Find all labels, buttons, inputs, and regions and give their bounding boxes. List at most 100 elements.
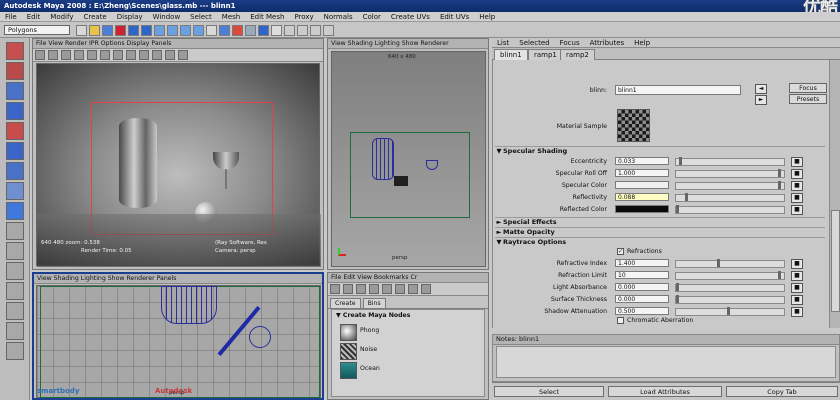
attribute-value-field[interactable] [615, 181, 669, 189]
four-pane-icon[interactable] [6, 242, 24, 260]
attribute-slider[interactable] [675, 193, 785, 202]
ipr-icon[interactable] [48, 50, 58, 60]
matte-opacity-header[interactable]: ► Matte Opacity [495, 227, 825, 237]
graph-icon[interactable] [330, 284, 340, 294]
map-button-icon[interactable]: ■ [791, 283, 803, 293]
last-tool-icon[interactable] [6, 202, 24, 220]
scale-tool-icon[interactable] [6, 142, 24, 160]
attribute-value-field[interactable]: 0.000 [615, 295, 669, 303]
zoom-icon[interactable] [139, 50, 149, 60]
scrollbar-thumb[interactable] [831, 210, 840, 312]
map-button-icon[interactable]: ■ [791, 181, 803, 191]
tab-create[interactable]: Create [330, 298, 361, 309]
hypershade-menu[interactable]: File Edit View Bookmarks Cr [328, 273, 488, 283]
attribute-value-field[interactable]: 10 [615, 271, 669, 279]
lasso-tool-icon[interactable] [6, 62, 24, 80]
arrow-right-icon[interactable] [421, 284, 431, 294]
attribute-value-field[interactable]: 1.400 [615, 259, 669, 267]
select-hierarchy-icon[interactable] [115, 25, 126, 36]
specular-shading-header[interactable]: ▼ Specular Shading [495, 146, 825, 156]
persp-viewport-top[interactable]: 640 x 480 persp [331, 51, 486, 267]
notes-textarea[interactable] [496, 346, 836, 378]
special-effects-header[interactable]: ► Special Effects [495, 217, 825, 227]
menu-item[interactable]: Create [83, 13, 106, 21]
two-pane-icon[interactable] [6, 262, 24, 280]
map-button-icon[interactable]: ■ [791, 205, 803, 215]
ae-menu-item[interactable]: Focus [560, 39, 580, 47]
node-ocean[interactable]: Ocean [340, 362, 472, 379]
move-tool-icon[interactable] [6, 102, 24, 120]
rearrange-icon[interactable] [356, 284, 366, 294]
up-down-icon[interactable] [395, 284, 405, 294]
save-scene-icon[interactable] [102, 25, 113, 36]
menu-item[interactable]: Display [117, 13, 143, 21]
keep-image-icon[interactable] [87, 50, 97, 60]
open-scene-icon[interactable] [89, 25, 100, 36]
menu-set-dropdown[interactable]: Polygons [4, 25, 70, 35]
snap-grid-icon[interactable] [154, 25, 165, 36]
attribute-slider[interactable] [675, 307, 785, 316]
attribute-value-field[interactable]: 0.500 [615, 307, 669, 315]
attribute-editor-scrollbar[interactable] [829, 60, 840, 328]
snapshot-icon[interactable] [74, 50, 84, 60]
soft-mod-icon[interactable] [6, 182, 24, 200]
map-button-icon[interactable]: ■ [791, 259, 803, 269]
clear-icon[interactable] [343, 284, 353, 294]
menu-item[interactable]: Color [363, 13, 381, 21]
attribute-slider[interactable] [675, 295, 785, 304]
attribute-slider[interactable] [675, 283, 785, 292]
map-button-icon[interactable]: ■ [791, 157, 803, 167]
select-button[interactable]: Select [494, 386, 604, 397]
attribute-value-field[interactable]: 0.088 [615, 193, 669, 201]
ae-menu-item[interactable]: Help [634, 39, 650, 47]
render-view-menu[interactable]: File View Render IPR Options Display Pan… [33, 39, 323, 49]
arrow-left-icon[interactable] [408, 284, 418, 294]
snap-point-icon[interactable] [180, 25, 191, 36]
manipulator-icon[interactable] [6, 162, 24, 180]
menu-item[interactable]: File [5, 13, 17, 21]
menu-item[interactable]: Edit Mesh [250, 13, 284, 21]
map-button-icon[interactable]: ■ [791, 169, 803, 179]
tool-settings-icon[interactable] [310, 25, 321, 36]
ae-menu-item[interactable]: Selected [519, 39, 549, 47]
alpha-icon[interactable] [126, 50, 136, 60]
node-noise[interactable]: Noise [340, 343, 472, 360]
attribute-slider[interactable] [675, 271, 785, 280]
attribute-value-field[interactable]: 1.000 [615, 169, 669, 177]
select-object-icon[interactable] [128, 25, 139, 36]
menu-item[interactable]: Edit [27, 13, 41, 21]
chromatic-aberration-checkbox[interactable] [617, 317, 624, 324]
input-icon[interactable] [369, 284, 379, 294]
menu-item[interactable]: Modify [50, 13, 73, 21]
attribute-editor-icon[interactable] [297, 25, 308, 36]
paint-select-icon[interactable] [6, 82, 24, 100]
display-icon[interactable] [178, 50, 188, 60]
history-icon[interactable] [206, 25, 217, 36]
attribute-value-field[interactable] [615, 205, 669, 213]
refractions-checkbox[interactable]: ✓ [617, 248, 624, 255]
frame-icon[interactable] [152, 50, 162, 60]
menu-item[interactable]: Create UVs [391, 13, 430, 21]
render-frame-icon[interactable] [219, 25, 230, 36]
menu-item[interactable]: Window [153, 13, 181, 21]
ae-menu-item[interactable]: List [497, 39, 509, 47]
ae-menu-item[interactable]: Attributes [590, 39, 625, 47]
hypershade-pane-icon[interactable] [6, 322, 24, 340]
select-tool-icon[interactable] [6, 42, 24, 60]
tab-bins[interactable]: Bins [362, 298, 386, 309]
persp-panel-menu[interactable]: View Shading Lighting Show Renderer [328, 39, 488, 49]
presets-button[interactable]: Presets [789, 94, 827, 104]
raytrace-options-header[interactable]: ▼ Raytrace Options [495, 237, 825, 247]
attribute-value-field[interactable]: 0.033 [615, 157, 669, 165]
render-pane-icon[interactable] [6, 342, 24, 360]
ipr-render-icon[interactable] [232, 25, 243, 36]
create-maya-nodes-header[interactable]: ▼ Create Maya Nodes [332, 310, 484, 321]
attribute-slider[interactable] [675, 259, 785, 268]
select-component-icon[interactable] [141, 25, 152, 36]
menu-item[interactable]: Normals [324, 13, 353, 21]
render-image[interactable]: 640 480 zoom: 0.538 (Ray Software, Res R… [36, 63, 321, 267]
menu-item[interactable]: Help [479, 13, 495, 21]
attribute-slider[interactable] [675, 205, 785, 214]
layer-editor-icon[interactable] [323, 25, 334, 36]
hypershade-icon[interactable] [258, 25, 269, 36]
